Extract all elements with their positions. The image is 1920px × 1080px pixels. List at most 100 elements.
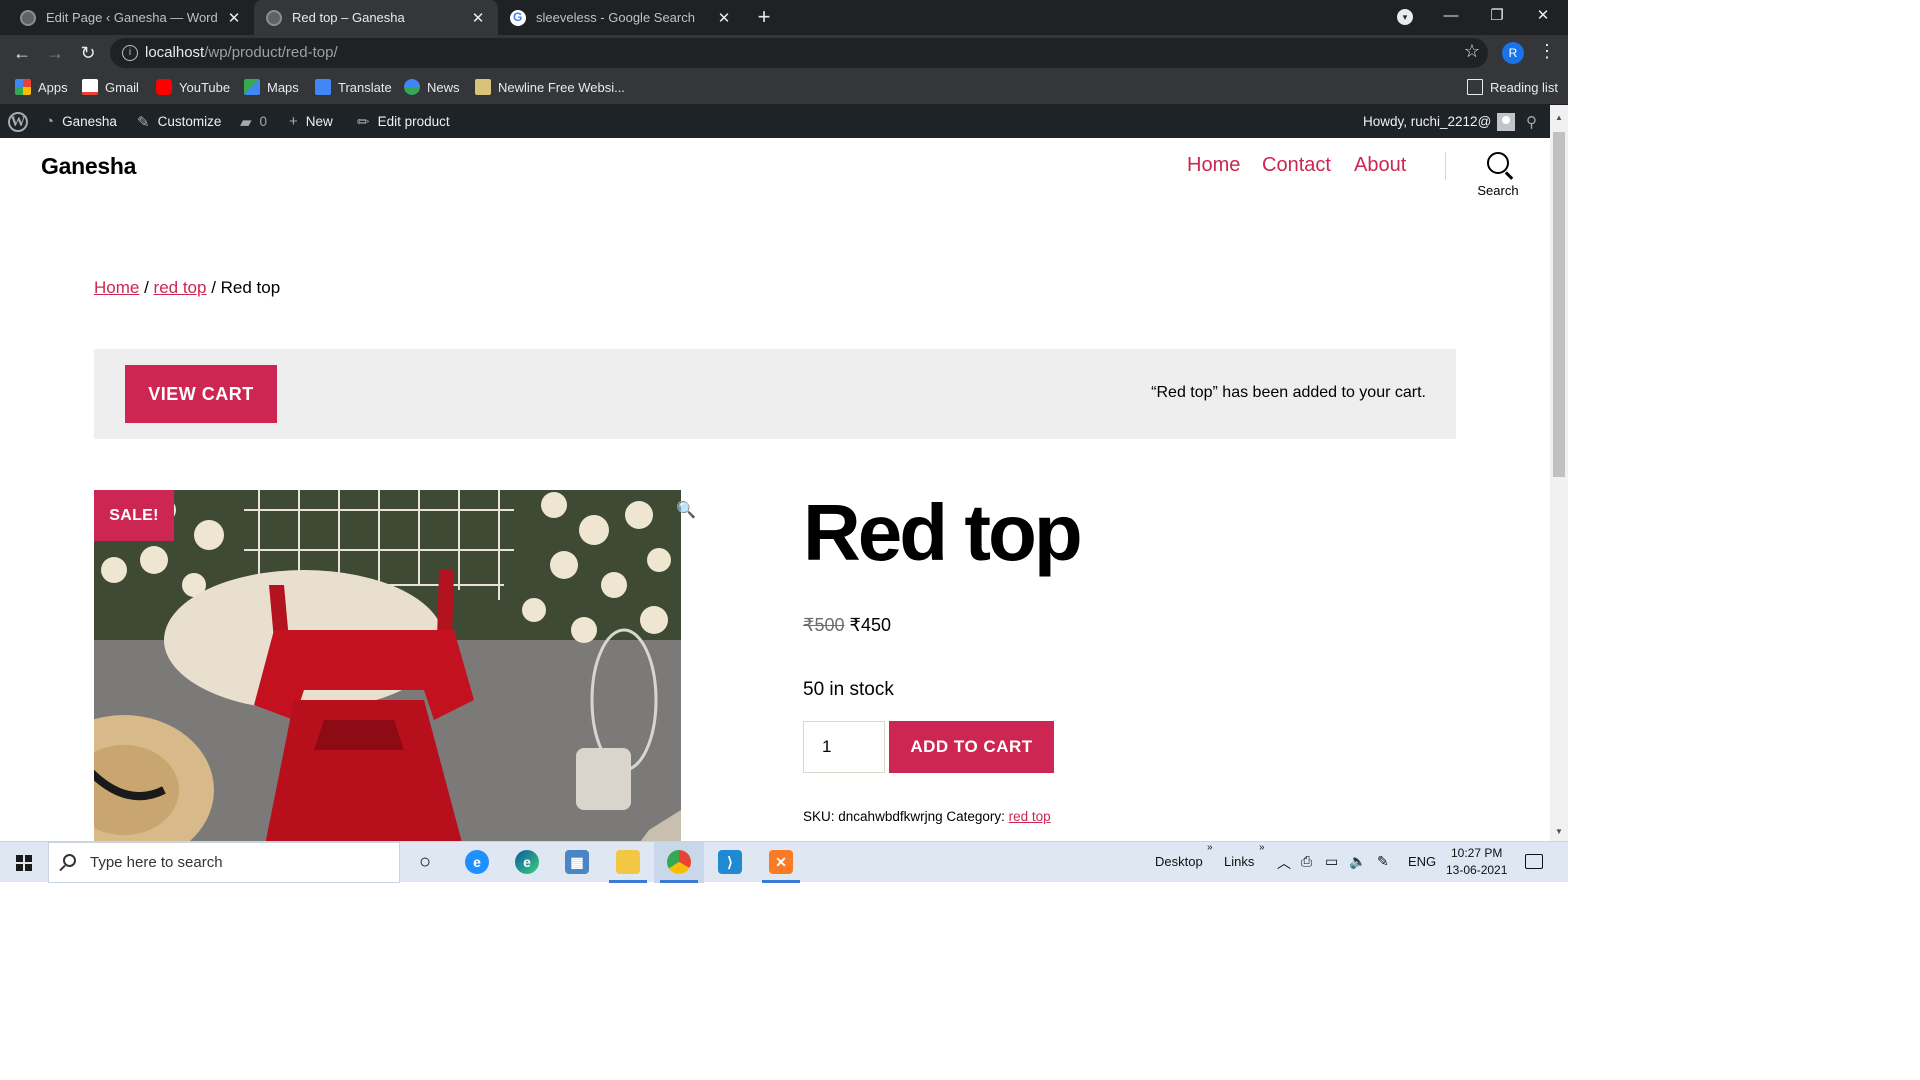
scrollbar-thumb[interactable] bbox=[1553, 132, 1565, 477]
search-toggle-button[interactable]: Search bbox=[1470, 152, 1526, 198]
tab-close-icon[interactable]: ✕ bbox=[226, 9, 242, 27]
paintbrush-icon: ✎ bbox=[137, 113, 150, 131]
show-hidden-icons-chevron-icon[interactable]: ︿ bbox=[1277, 853, 1291, 873]
windows-logo-icon bbox=[16, 855, 32, 871]
product-meta: SKU: dncahwbdfkwrjng Category: red top bbox=[803, 809, 1051, 824]
bookmark-newline[interactable]: Newline Free Websi... bbox=[475, 79, 625, 95]
chrome-menu-icon[interactable]: ⋮ bbox=[1538, 41, 1556, 62]
internet-explorer-icon: e bbox=[465, 850, 489, 874]
clock-time: 10:27 PM bbox=[1451, 846, 1503, 860]
taskbar-clock[interactable]: 10:27 PM 13-06-2021 bbox=[1446, 845, 1507, 879]
breadcrumb-current: Red top bbox=[220, 278, 281, 297]
bookmark-apps[interactable]: Apps bbox=[15, 79, 68, 95]
nav-contact[interactable]: Contact bbox=[1262, 154, 1331, 177]
site-title[interactable]: Ganesha bbox=[41, 153, 136, 180]
page-scrollbar[interactable]: ▲ ▼ bbox=[1550, 105, 1568, 841]
bookmark-youtube[interactable]: YouTube bbox=[156, 79, 230, 95]
taskbar-vscode[interactable]: ⟩ bbox=[705, 842, 755, 883]
task-view-button[interactable]: ○ bbox=[400, 842, 450, 883]
profile-avatar[interactable]: R bbox=[1502, 42, 1524, 64]
input-language[interactable]: ENG bbox=[1408, 854, 1436, 869]
quantity-input[interactable]: 1 bbox=[803, 721, 885, 773]
bookmark-label: Translate bbox=[338, 79, 392, 95]
gmail-icon bbox=[82, 79, 98, 95]
wp-logo-menu[interactable]: W bbox=[8, 105, 28, 138]
taskbar-control-panel[interactable]: ▦ bbox=[552, 842, 602, 883]
bookmark-news[interactable]: News bbox=[404, 79, 460, 95]
tab-close-icon[interactable]: ✕ bbox=[716, 9, 732, 27]
toolbar-chevron-icon[interactable]: » bbox=[1259, 842, 1265, 853]
wp-site-name[interactable]: ◔ Ganesha bbox=[45, 105, 117, 138]
wp-new-content[interactable]: + New bbox=[289, 105, 333, 138]
breadcrumb-home[interactable]: Home bbox=[94, 278, 139, 297]
meet-now-icon[interactable]: ⎙ bbox=[1301, 853, 1312, 870]
wp-customize[interactable]: ✎ Customize bbox=[137, 105, 221, 138]
desktop-toolbar[interactable]: Desktop bbox=[1155, 854, 1203, 869]
taskbar-edge[interactable]: e bbox=[502, 842, 552, 883]
tab-search-dropdown-icon[interactable]: ▾ bbox=[1397, 9, 1413, 25]
address-bar[interactable]: i localhost/wp/product/red-top/ ☆ bbox=[110, 38, 1488, 68]
bookmark-gmail[interactable]: Gmail bbox=[82, 79, 139, 95]
nav-about[interactable]: About bbox=[1354, 154, 1406, 177]
notification-center-icon[interactable] bbox=[1525, 854, 1543, 869]
taskbar-internet-explorer[interactable]: e bbox=[452, 842, 502, 883]
wp-comments[interactable]: ▰ 0 bbox=[240, 105, 267, 138]
bookmark-star-icon[interactable]: ☆ bbox=[1464, 41, 1480, 62]
tab-edit-page[interactable]: Edit Page ‹ Ganesha — WordPress ✕ bbox=[8, 0, 254, 35]
battery-icon[interactable]: ▭ bbox=[1325, 853, 1338, 870]
minimize-icon[interactable]: — bbox=[1428, 0, 1474, 35]
translate-icon bbox=[315, 79, 331, 95]
taskbar-file-explorer[interactable] bbox=[603, 842, 653, 883]
windows-taskbar: Type here to search ○ e e ▦ ⟩ ✕ Desktop … bbox=[0, 841, 1568, 883]
search-icon bbox=[1487, 152, 1509, 174]
wp-edit-product[interactable]: ✏ Edit product bbox=[357, 105, 450, 138]
browser-tab-strip: Edit Page ‹ Ganesha — WordPress ✕ Red to… bbox=[0, 0, 1568, 35]
scroll-up-arrow-icon[interactable]: ▲ bbox=[1550, 113, 1568, 122]
taskbar-search-box[interactable]: Type here to search bbox=[48, 842, 400, 883]
wp-new-label: New bbox=[305, 114, 333, 129]
links-toolbar[interactable]: Links bbox=[1224, 854, 1254, 869]
tab-red-top[interactable]: Red top – Ganesha ✕ bbox=[254, 0, 498, 35]
reading-list-label: Reading list bbox=[1490, 79, 1558, 95]
bookmark-label: Maps bbox=[267, 79, 299, 95]
edge-icon: e bbox=[515, 850, 539, 874]
add-to-cart-button[interactable]: ADD TO CART bbox=[889, 721, 1054, 773]
toolbar-chevron-icon[interactable]: » bbox=[1207, 842, 1213, 853]
bookmark-label: Newline Free Websi... bbox=[498, 79, 625, 95]
bookmark-translate[interactable]: Translate bbox=[315, 79, 392, 95]
new-tab-plus-icon[interactable]: + bbox=[752, 5, 776, 29]
category-link[interactable]: red top bbox=[1009, 809, 1051, 824]
taskbar-chrome[interactable] bbox=[654, 842, 704, 883]
reload-icon[interactable]: ↻ bbox=[76, 41, 100, 65]
window-close-icon[interactable]: ✕ bbox=[1520, 0, 1566, 35]
pencil-icon: ✏ bbox=[357, 113, 370, 131]
comment-count: 0 bbox=[259, 114, 268, 129]
wp-admin-search[interactable]: ⚲ bbox=[1526, 105, 1537, 138]
nav-home[interactable]: Home bbox=[1187, 154, 1240, 177]
forward-arrow-icon[interactable]: → bbox=[43, 41, 67, 65]
clock-date: 13-06-2021 bbox=[1446, 863, 1508, 877]
apps-grid-icon bbox=[15, 79, 31, 95]
start-button[interactable] bbox=[0, 842, 48, 883]
volume-icon[interactable]: 🔈 bbox=[1349, 853, 1366, 870]
view-cart-button[interactable]: VIEW CART bbox=[125, 365, 277, 423]
breadcrumb-category[interactable]: red top bbox=[154, 278, 207, 297]
scroll-down-arrow-icon[interactable]: ▼ bbox=[1550, 827, 1568, 836]
site-info-icon[interactable]: i bbox=[122, 45, 138, 61]
reading-list[interactable]: Reading list bbox=[1467, 79, 1558, 95]
pen-workspace-icon[interactable]: ✎ bbox=[1377, 853, 1389, 870]
product-price: ₹500 ₹450 bbox=[803, 615, 891, 636]
restore-icon[interactable]: ❐ bbox=[1474, 0, 1520, 35]
tab-close-icon[interactable]: ✕ bbox=[470, 9, 486, 27]
wordpress-favicon-icon bbox=[266, 9, 282, 26]
wordpress-favicon-icon bbox=[20, 9, 36, 26]
product-image[interactable] bbox=[94, 490, 681, 841]
bookmark-maps[interactable]: Maps bbox=[244, 79, 299, 95]
back-arrow-icon[interactable]: ← bbox=[10, 41, 34, 65]
bookmark-label: Gmail bbox=[105, 79, 139, 95]
taskbar-xampp[interactable]: ✕ bbox=[756, 842, 806, 883]
tab-google-search[interactable]: sleeveless - Google Search ✕ bbox=[498, 0, 744, 35]
zoom-magnifier-icon[interactable]: 🔍 bbox=[676, 500, 696, 520]
url-text[interactable]: localhost/wp/product/red-top/ bbox=[145, 44, 338, 61]
wp-my-account[interactable]: Howdy, ruchi_2212@ bbox=[1363, 105, 1516, 138]
